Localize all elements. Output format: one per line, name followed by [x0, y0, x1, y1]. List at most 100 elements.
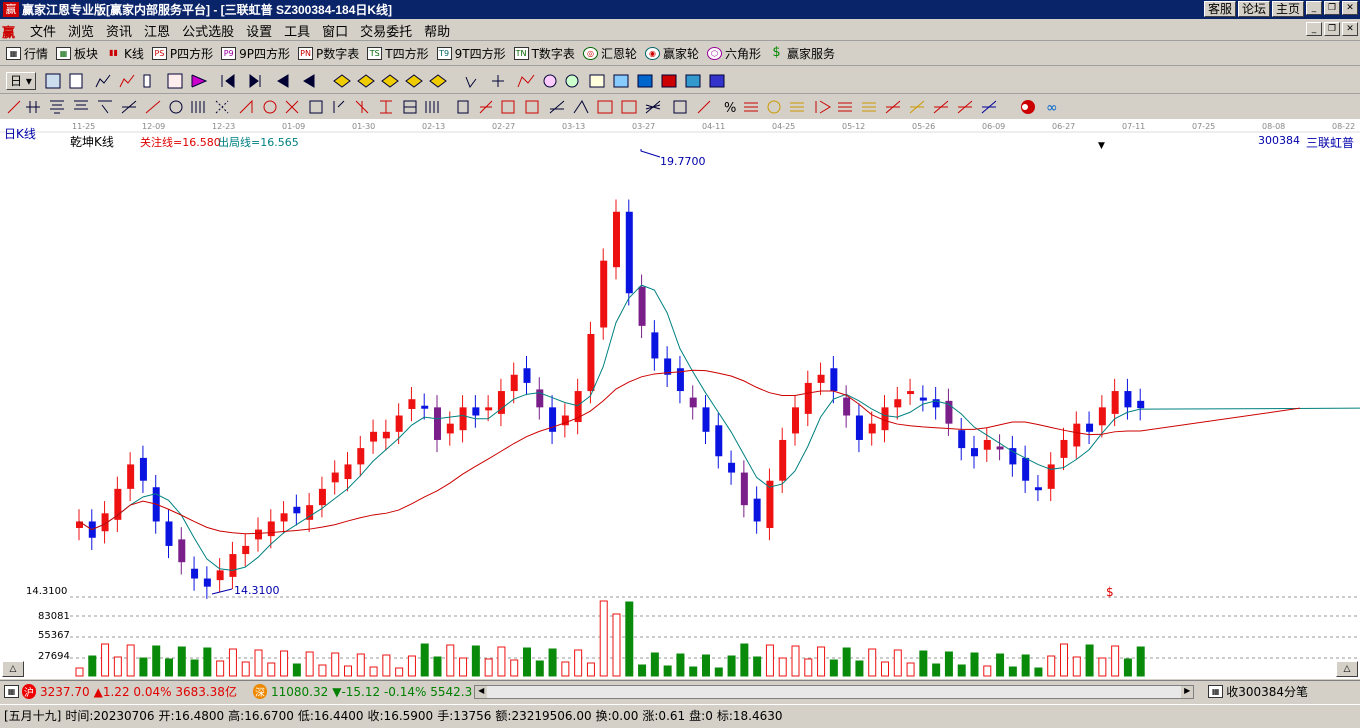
dollar-mark: $: [1106, 585, 1114, 599]
menu-tools[interactable]: 工具: [278, 21, 316, 40]
scroll-left-icon[interactable]: ◀: [475, 685, 488, 698]
horizontal-scrollbar[interactable]: ◀ ▶: [474, 684, 1195, 699]
index-bar: ▦ 沪 3237.70 ▲1.22 0.04% 3683.38亿 深 11080…: [0, 680, 1360, 702]
child-restore-icon[interactable]: ❐: [1324, 22, 1340, 36]
wheel-icon: ◎: [582, 47, 598, 60]
candle-body: [216, 570, 224, 581]
tick-chart-icon[interactable]: ▦: [1208, 685, 1224, 698]
toolbar-market[interactable]: ▦ 行情: [6, 45, 48, 62]
menu-browse[interactable]: 浏览: [62, 21, 100, 40]
candle-body: [919, 397, 927, 401]
candle-body: [510, 374, 518, 392]
toolbar-kline[interactable]: ▮▮ K线: [106, 45, 144, 62]
menu-gann[interactable]: 江恩: [138, 21, 176, 40]
minimize-icon[interactable]: _: [1306, 1, 1322, 15]
toolbar-label: K线: [124, 47, 144, 61]
menu-window[interactable]: 窗口: [316, 21, 354, 40]
toolbar-blocks[interactable]: ▦ 板块: [56, 45, 98, 62]
menu-formula[interactable]: 公式选股: [176, 21, 240, 40]
candle-body: [932, 399, 940, 408]
date-tick: 12-23: [212, 122, 235, 131]
toolbar-pn[interactable]: PN P数字表: [298, 45, 359, 62]
toolbar-tn[interactable]: TN T数字表: [513, 45, 575, 62]
candle-body: [1022, 457, 1030, 481]
date-tick: 02-13: [422, 122, 445, 131]
period-select[interactable]: 日 ▾: [6, 71, 36, 90]
volume-bar: [983, 665, 992, 677]
date-tick: 06-27: [1052, 122, 1075, 131]
volume-bar: [765, 644, 774, 677]
analysis-toolbar: % ∞: [0, 94, 1360, 120]
kline-chart[interactable]: 11-25 12-09 12-23 01-09 01-30 02-13 02-27 03-13…: [0, 119, 1360, 679]
high-price-label: 19.7700: [660, 155, 706, 168]
volume-bar: [1072, 656, 1081, 677]
toolbar-yingjia-wheel[interactable]: ◉ 赢家轮: [644, 45, 699, 62]
volume-bar: [638, 664, 647, 677]
candle-body: [715, 425, 723, 457]
candle-body: [242, 545, 250, 555]
restore-icon[interactable]: ❐: [1324, 1, 1340, 15]
volume-bar: [625, 601, 634, 677]
scroll-right-icon[interactable]: ▶: [1181, 685, 1194, 698]
close-icon[interactable]: ✕: [1342, 1, 1358, 15]
candle-body: [753, 498, 761, 522]
volume-bar: [139, 657, 148, 677]
candle-body: [523, 368, 531, 383]
candle-body: [395, 415, 403, 432]
volume-bar: [1136, 646, 1145, 677]
candle-body: [1034, 487, 1042, 491]
volume-bar: [113, 656, 122, 677]
toolbar-label: P四方形: [169, 47, 214, 61]
toolbar-t9[interactable]: T9 9T四方形: [436, 45, 506, 62]
menu-trade[interactable]: 交易委托: [354, 21, 418, 40]
child-minimize-icon[interactable]: _: [1306, 22, 1322, 36]
date-tick: 03-27: [632, 122, 655, 131]
forum-button[interactable]: 论坛: [1237, 1, 1270, 17]
tool-icons-row-1[interactable]: [42, 71, 1042, 91]
toolbar-huien-wheel[interactable]: ◎ 汇恩轮: [582, 45, 637, 62]
menu-info[interactable]: 资讯: [100, 21, 138, 40]
candle-body: [357, 448, 365, 465]
tool-icons-row-2[interactable]: % ∞: [6, 97, 1086, 117]
volume-bar: [829, 659, 838, 677]
toolbar-ps[interactable]: PS P四方形: [151, 45, 214, 62]
volume-bar: [497, 646, 506, 677]
menu-file[interactable]: 文件: [24, 21, 62, 40]
toolbar-hexagon[interactable]: ⬡ 六角形: [706, 45, 761, 62]
date-tick: 05-26: [912, 122, 935, 131]
candle-body: [255, 529, 262, 540]
volume-bar: [510, 659, 519, 677]
menu-logo-icon[interactable]: 赢: [2, 22, 20, 41]
menu-settings[interactable]: 设置: [240, 21, 278, 40]
volume-bar: [548, 648, 557, 677]
volume-bar: [817, 646, 826, 677]
candle-body: [907, 391, 915, 395]
collapse-up-icon[interactable]: △: [2, 661, 24, 677]
volume-bar: [702, 654, 710, 677]
candle-body: [370, 431, 378, 442]
service-button[interactable]: 客服: [1203, 1, 1236, 17]
collapse-up-right-icon[interactable]: △: [1336, 661, 1358, 677]
volume-bar: [1111, 645, 1120, 677]
grid-icon[interactable]: ▦: [4, 685, 19, 698]
volume-bar: [612, 613, 621, 677]
vol-tick-2: 55367: [38, 630, 70, 641]
vol-tick-3: 27694: [38, 651, 70, 662]
chart-svg[interactable]: 11-25 12-09 12-23 01-09 01-30 02-13 02-27 03-13…: [0, 119, 1360, 679]
candle-body: [740, 472, 748, 506]
menu-help[interactable]: 帮助: [418, 21, 456, 40]
volume-bar: [663, 665, 672, 677]
candle-body: [1073, 423, 1081, 447]
toolbar-p9[interactable]: P9 9P四方形: [221, 45, 290, 62]
toolbar-ts[interactable]: TS T四方形: [367, 45, 429, 62]
home-button[interactable]: 主页: [1271, 1, 1304, 17]
volume-bar: [446, 644, 455, 677]
tick-label[interactable]: 收300384分笔: [1226, 683, 1308, 700]
symbol-code: 300384: [1258, 134, 1300, 147]
toolbar-service[interactable]: $ 赢家服务: [769, 45, 835, 62]
child-close-icon[interactable]: ✕: [1342, 22, 1358, 36]
toolbar-label: 板块: [74, 47, 99, 61]
candle-body: [331, 472, 339, 483]
dollar-icon: $: [772, 45, 781, 60]
toolbar-label: T数字表: [531, 47, 575, 61]
